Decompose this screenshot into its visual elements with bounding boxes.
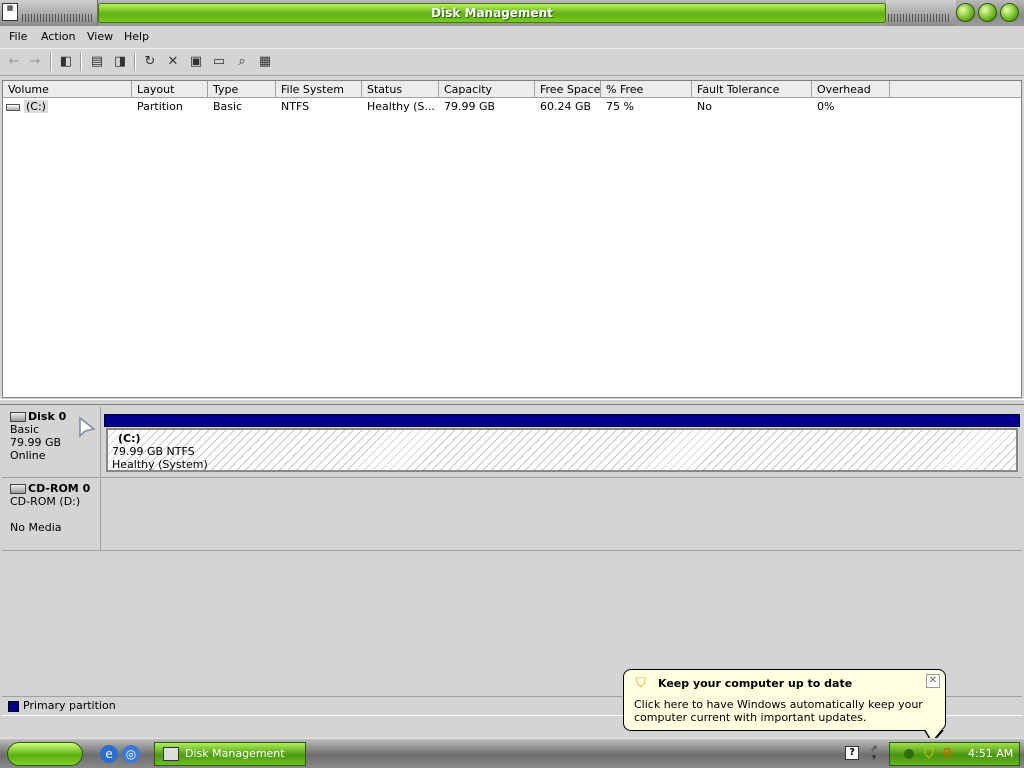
update-balloon[interactable]: ⛉ Keep your computer up to date ✕ Click … — [623, 669, 946, 744]
cdrom-0-state: No Media — [10, 521, 62, 534]
legend-label: Primary partition — [23, 699, 116, 712]
mouse-cursor-icon — [79, 416, 96, 438]
cell-status: Healthy (S... — [367, 100, 435, 113]
balloon-close-button[interactable]: ✕ — [926, 674, 940, 688]
cdrom-icon — [10, 484, 26, 494]
column-free-space[interactable]: Free Space — [535, 81, 601, 98]
column-capacity[interactable]: Capacity — [439, 81, 535, 98]
partition-status: Healthy (System) — [112, 458, 208, 471]
close-button[interactable] — [1000, 3, 1019, 22]
column-fault-tolerance[interactable]: Fault Tolerance — [692, 81, 812, 98]
menu-bar: File Action View Help — [0, 27, 1024, 47]
column-overhead[interactable]: Overhead — [812, 81, 890, 98]
column-status[interactable]: Status — [362, 81, 439, 98]
cdrom-0-label[interactable]: CD-ROM 0 CD-ROM (D:) No Media — [2, 479, 101, 551]
column-type[interactable]: Type — [208, 81, 276, 98]
partition-name: (C:) — [118, 432, 141, 445]
search-tray-icon[interactable]: ⚲ — [942, 746, 952, 762]
back-icon[interactable]: ← — [5, 53, 23, 71]
settings-icon[interactable]: ▣ — [187, 53, 205, 71]
cell-layout: Partition — [137, 100, 183, 113]
toolbar-separator — [50, 53, 52, 71]
balloon-title: Keep your computer up to date — [658, 677, 853, 690]
cell-capacity: 79.99 GB — [444, 100, 496, 113]
title-right-cap — [886, 0, 956, 26]
security-shield-icon[interactable]: ⛉ — [924, 747, 934, 762]
open-folder-icon[interactable]: ▭ — [210, 53, 228, 71]
column-layout[interactable]: Layout — [132, 81, 208, 98]
partition-detail: 79.99 GB NTFS — [112, 445, 195, 458]
pane-splitter[interactable] — [0, 399, 1024, 405]
column-volume[interactable]: Volume — [3, 81, 132, 98]
app-icon[interactable]: ▦ — [2, 3, 18, 21]
column-pct-free[interactable]: % Free — [601, 81, 692, 98]
shield-icon: ⛉ — [636, 676, 646, 691]
menu-help[interactable]: Help — [124, 30, 149, 43]
cdrom-0-row — [2, 479, 1022, 551]
volume-list[interactable]: Volume Layout Type File System Status Ca… — [2, 80, 1022, 398]
forward-icon[interactable]: → — [26, 53, 44, 71]
properties-icon[interactable]: ▤ — [88, 53, 106, 71]
hard-disk-icon — [10, 412, 26, 422]
cell-overhead: 0% — [817, 100, 835, 113]
toolbar-separator — [80, 53, 82, 71]
disk-0-state: Online — [10, 449, 46, 462]
help-tray-icon[interactable]: ? — [845, 746, 859, 760]
title-grip — [22, 14, 94, 22]
configure-icon[interactable]: ▦ — [256, 53, 274, 71]
taskbar: e ◎ Disk Management ? ⇗ ▾ ⛉ ⚲ 4:51 AM — [0, 738, 1024, 768]
cell-type: Basic — [213, 100, 243, 113]
system-tray: ⛉ ⚲ 4:51 AM — [889, 742, 1020, 766]
delete-icon[interactable]: ✕ — [164, 53, 182, 71]
start-button[interactable] — [7, 742, 83, 766]
taskbar-disk-management[interactable]: Disk Management — [154, 742, 306, 766]
menu-action[interactable]: Action — [41, 30, 75, 43]
help-icon[interactable]: ◨ — [111, 53, 129, 71]
table-row[interactable]: (C:) Partition Basic NTFS Healthy (S... … — [3, 99, 1021, 115]
cell-fault-tolerance: No — [697, 100, 712, 113]
clock[interactable]: 4:51 AM — [968, 747, 1013, 760]
disk-management-icon — [163, 747, 179, 761]
column-file-system[interactable]: File System — [276, 81, 362, 98]
cell-pct-free: 75 % — [606, 100, 634, 113]
toolbar-separator — [134, 53, 136, 71]
cell-volume: (C:) — [3, 99, 132, 115]
disk-0-name: Disk 0 — [28, 410, 67, 423]
legend-swatch — [8, 701, 19, 712]
cell-free-space: 60.24 GB — [540, 100, 592, 113]
partition-c[interactable]: (C:) 79.99 GB NTFS Healthy (System) — [106, 428, 1018, 472]
title-bar[interactable]: ▦ Disk Management — [0, 0, 1024, 26]
maximize-button[interactable] — [978, 3, 997, 22]
network-icon[interactable] — [904, 749, 914, 759]
title-grip-right — [888, 14, 950, 22]
search-icon[interactable]: ⌕ — [233, 53, 251, 71]
balloon-text: Click here to have Windows automatically… — [634, 698, 923, 724]
menu-file[interactable]: File — [9, 30, 27, 43]
minimize-button[interactable] — [956, 3, 975, 22]
internet-explorer-icon[interactable]: e — [100, 745, 118, 763]
window-title: Disk Management — [98, 3, 886, 23]
refresh-icon[interactable]: ↻ — [141, 53, 159, 71]
cdrom-0-type: CD-ROM (D:) — [10, 495, 81, 508]
task-label: Disk Management — [185, 747, 285, 760]
partition-bar — [104, 414, 1020, 427]
disk-graphical-view: Disk 0 Basic 79.99 GB Online (C:) 79.99 … — [2, 407, 1022, 695]
title-left-cap: ▦ — [0, 0, 98, 26]
menu-view[interactable]: View — [87, 30, 113, 43]
show-hidden-icons-icon[interactable]: ⇗ ▾ — [868, 745, 880, 763]
drive-icon — [6, 103, 20, 111]
show-hide-console-tree-icon[interactable]: ◧ — [57, 53, 75, 71]
cdrom-0-name: CD-ROM 0 — [28, 482, 91, 495]
list-header: Volume Layout Type File System Status Ca… — [3, 81, 1021, 98]
toolbar: ← → ◧ ▤ ◨ ↻ ✕ ▣ ▭ ⌕ ▦ — [0, 48, 1024, 76]
show-desktop-icon[interactable]: ◎ — [122, 745, 140, 763]
cell-file-system: NTFS — [281, 100, 310, 113]
volume-name: (C:) — [24, 100, 48, 113]
